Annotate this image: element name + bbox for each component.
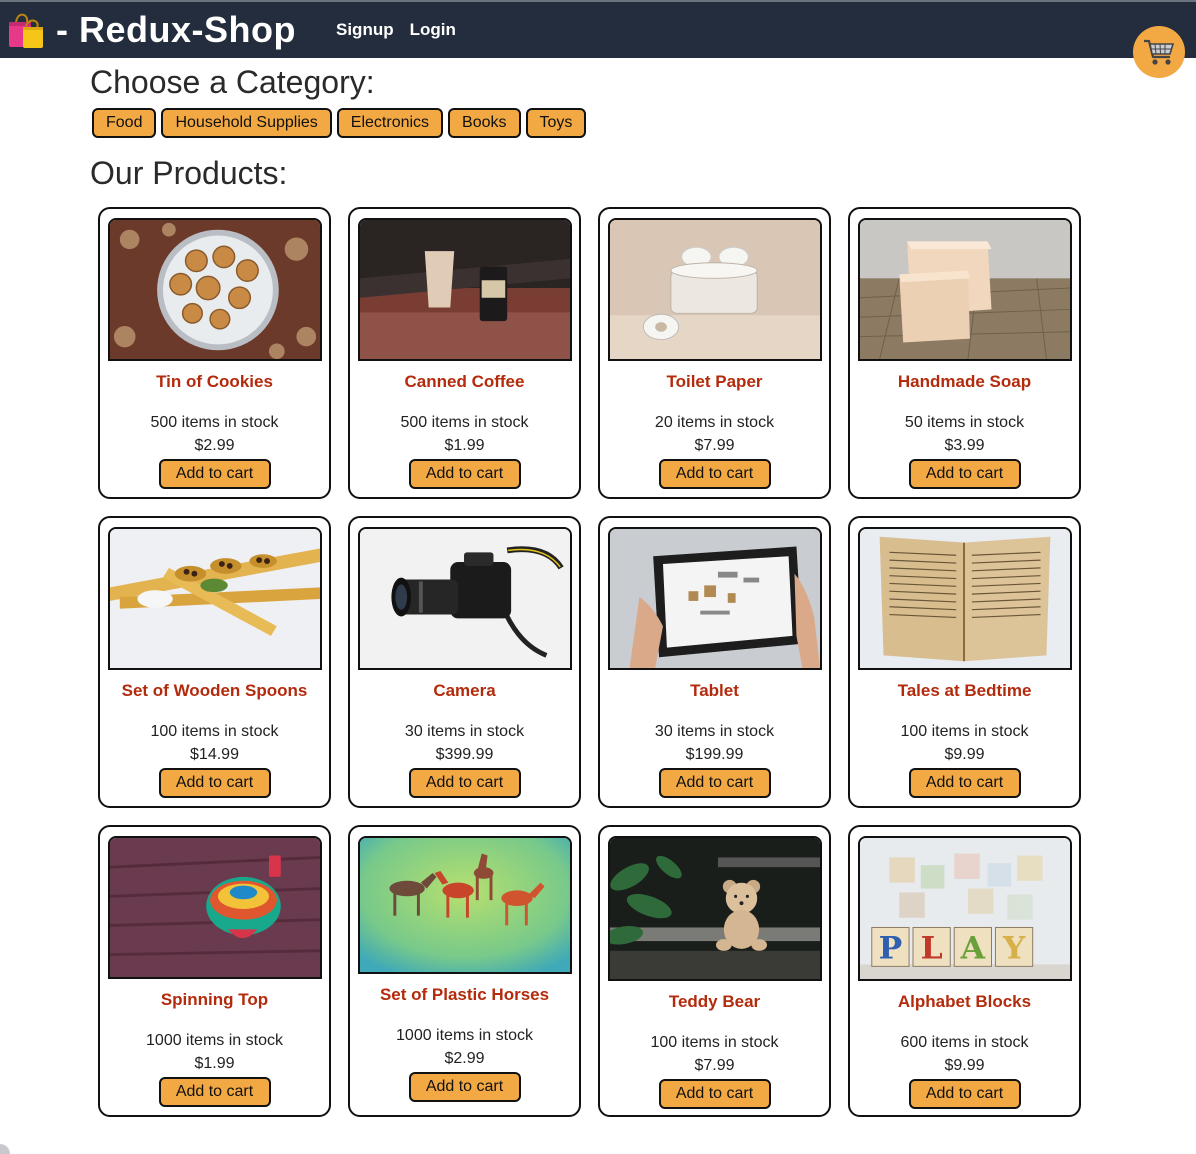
svg-text:P: P	[878, 931, 902, 967]
cart-button[interactable]	[1133, 26, 1185, 78]
camera-image[interactable]	[357, 527, 572, 670]
product-card: Tablet 30 items in stock $199.99 Add to …	[598, 516, 831, 808]
product-card: Toilet Paper 20 items in stock $7.99 Add…	[598, 207, 831, 499]
product-stock: 1000 items in stock	[396, 1027, 533, 1044]
product-stock: 1000 items in stock	[146, 1032, 283, 1049]
product-name[interactable]: Toilet Paper	[666, 372, 762, 392]
product-price: $1.99	[444, 437, 485, 454]
add-to-cart-button[interactable]: Add to cart	[908, 768, 1021, 798]
product-card: Handmade Soap 50 items in stock $3.99 Ad…	[848, 207, 1081, 499]
add-to-cart-button[interactable]: Add to cart	[158, 768, 271, 798]
shopping-bags-icon	[9, 13, 43, 48]
product-name[interactable]: Teddy Bear	[669, 992, 760, 1012]
product-price: $1.99	[194, 1055, 235, 1072]
login-link[interactable]: Login	[410, 20, 456, 40]
category-electronics-button[interactable]: Electronics	[336, 108, 444, 138]
wooden-spoons-image[interactable]	[107, 527, 322, 670]
product-grid: Tin of Cookies 500 items in stock $2.99 …	[98, 207, 1081, 1117]
add-to-cart-button[interactable]: Add to cart	[158, 459, 271, 489]
product-price: $14.99	[190, 746, 239, 763]
category-toys-button[interactable]: Toys	[525, 108, 587, 138]
category-list: Food Household Supplies Electronics Book…	[92, 108, 587, 138]
product-name[interactable]: Tablet	[690, 681, 739, 701]
add-to-cart-button[interactable]: Add to cart	[658, 1079, 771, 1109]
product-stock: 30 items in stock	[654, 723, 775, 740]
svg-text:L: L	[920, 931, 942, 967]
product-card: Spinning Top 1000 items in stock $1.99 A…	[98, 825, 331, 1117]
tablet-image[interactable]	[607, 527, 822, 670]
canned-coffee-image[interactable]	[357, 218, 572, 361]
add-to-cart-button[interactable]: Add to cart	[408, 1072, 521, 1102]
add-to-cart-button[interactable]: Add to cart	[408, 768, 521, 798]
product-price: $199.99	[685, 746, 744, 763]
product-price: $7.99	[694, 1057, 735, 1074]
product-card: Tales at Bedtime 100 items in stock $9.9…	[848, 516, 1081, 808]
product-stock: 500 items in stock	[150, 414, 279, 431]
signup-link[interactable]: Signup	[336, 20, 394, 40]
add-to-cart-button[interactable]: Add to cart	[158, 1077, 271, 1107]
add-to-cart-button[interactable]: Add to cart	[658, 768, 771, 798]
product-stock: 20 items in stock	[654, 414, 775, 431]
brand[interactable]: - Redux-Shop	[6, 8, 296, 52]
plastic-horses-image[interactable]	[357, 836, 572, 974]
window-corner	[0, 1144, 10, 1154]
product-price: $9.99	[944, 1057, 985, 1074]
category-food-button[interactable]: Food	[92, 108, 157, 138]
product-stock: 500 items in stock	[400, 414, 529, 431]
category-household-button[interactable]: Household Supplies	[161, 108, 332, 138]
product-price: $2.99	[444, 1050, 485, 1067]
product-name[interactable]: Spinning Top	[161, 990, 268, 1010]
product-price: $3.99	[944, 437, 985, 454]
product-name[interactable]: Alphabet Blocks	[898, 992, 1031, 1012]
nav-links: Signup Login	[336, 20, 456, 40]
shopping-cart-icon	[1144, 39, 1175, 65]
product-card: P L A Y Alphabet Blocks 600 items in sto…	[848, 825, 1081, 1117]
product-stock: 50 items in stock	[904, 414, 1025, 431]
product-name[interactable]: Camera	[433, 681, 495, 701]
navbar: - Redux-Shop Signup Login	[0, 0, 1196, 58]
toilet-paper-image[interactable]	[607, 218, 822, 361]
product-card: Canned Coffee 500 items in stock $1.99 A…	[348, 207, 581, 499]
add-to-cart-button[interactable]: Add to cart	[908, 1079, 1021, 1109]
product-name[interactable]: Tin of Cookies	[156, 372, 273, 392]
products-heading: Our Products:	[90, 155, 288, 191]
svg-text:Y: Y	[1001, 931, 1025, 967]
alphabet-blocks-image[interactable]: P L A Y	[857, 836, 1072, 981]
svg-text:A: A	[959, 931, 985, 967]
soap-image[interactable]	[857, 218, 1072, 361]
cookies-tin-image[interactable]	[107, 218, 322, 361]
product-card: Set of Wooden Spoons 100 items in stock …	[98, 516, 331, 808]
product-stock: 100 items in stock	[900, 723, 1029, 740]
product-name[interactable]: Set of Plastic Horses	[380, 985, 549, 1005]
product-price: $9.99	[944, 746, 985, 763]
brand-title: - Redux-Shop	[56, 9, 296, 50]
product-name[interactable]: Canned Coffee	[405, 372, 525, 392]
product-name[interactable]: Tales at Bedtime	[898, 681, 1032, 701]
product-name[interactable]: Handmade Soap	[898, 372, 1031, 392]
product-price: $2.99	[194, 437, 235, 454]
product-card: Tin of Cookies 500 items in stock $2.99 …	[98, 207, 331, 499]
add-to-cart-button[interactable]: Add to cart	[658, 459, 771, 489]
product-card: Camera 30 items in stock $399.99 Add to …	[348, 516, 581, 808]
product-stock: 100 items in stock	[650, 1034, 779, 1051]
book-image[interactable]	[857, 527, 1072, 670]
product-stock: 600 items in stock	[900, 1034, 1029, 1051]
product-card: Teddy Bear 100 items in stock $7.99 Add …	[598, 825, 831, 1117]
category-books-button[interactable]: Books	[448, 108, 521, 138]
product-stock: 100 items in stock	[150, 723, 279, 740]
category-heading: Choose a Category:	[90, 64, 375, 100]
product-stock: 30 items in stock	[404, 723, 525, 740]
product-price: $399.99	[435, 746, 494, 763]
product-name[interactable]: Set of Wooden Spoons	[122, 681, 308, 701]
spinning-top-image[interactable]	[107, 836, 322, 979]
product-price: $7.99	[694, 437, 735, 454]
add-to-cart-button[interactable]: Add to cart	[908, 459, 1021, 489]
teddy-bear-image[interactable]	[607, 836, 822, 981]
product-card: Set of Plastic Horses 1000 items in stoc…	[348, 825, 581, 1117]
add-to-cart-button[interactable]: Add to cart	[408, 459, 521, 489]
